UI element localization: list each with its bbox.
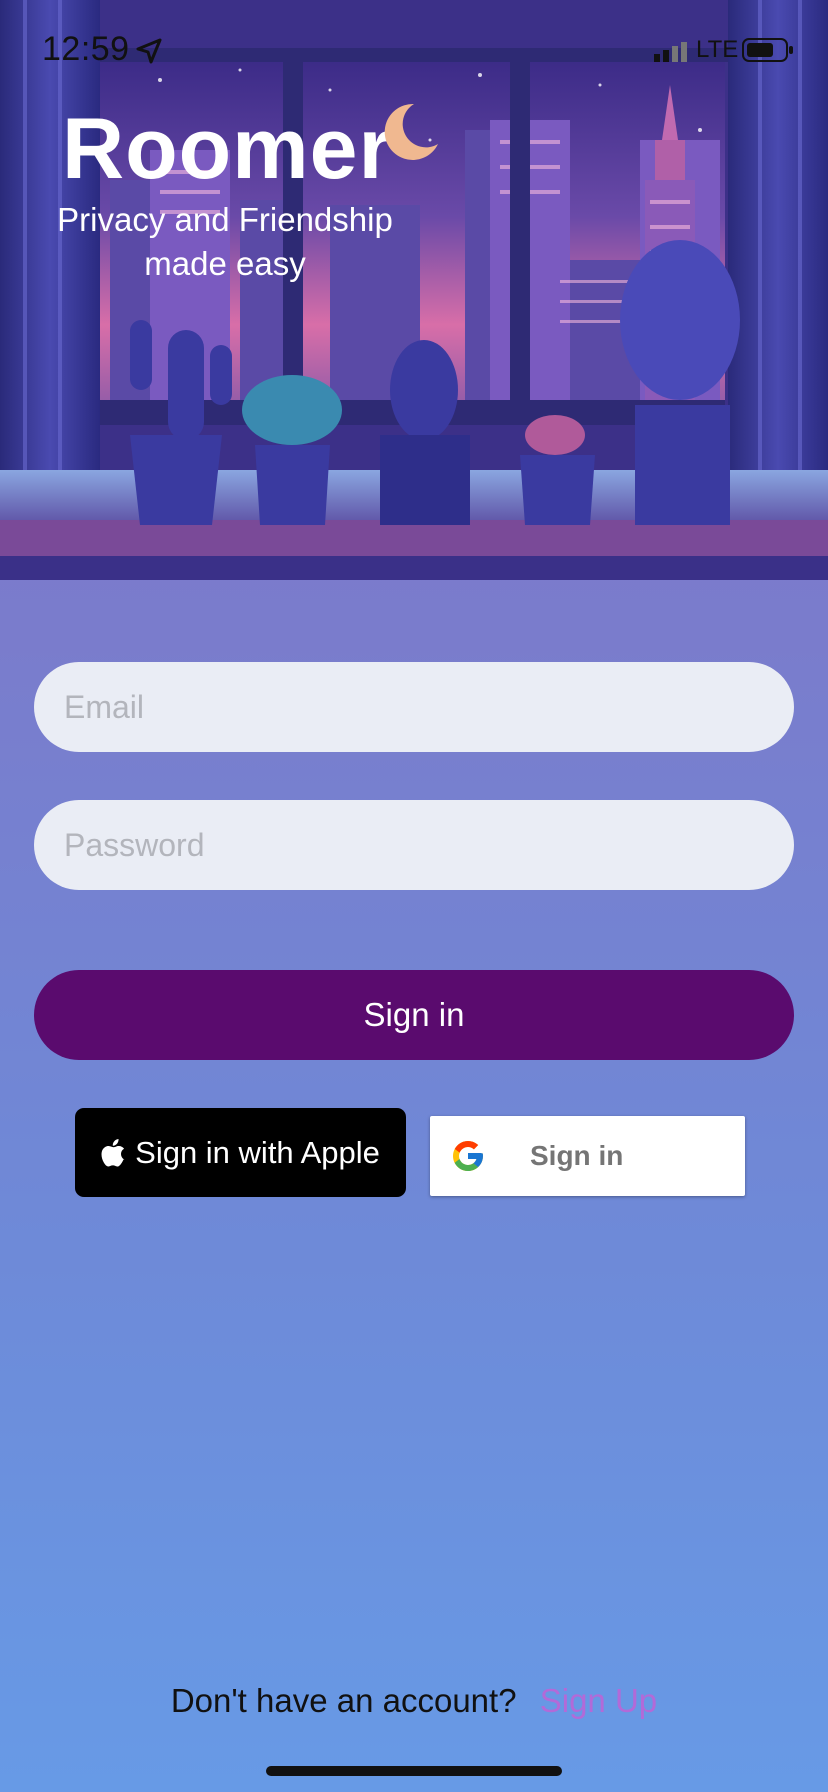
location-arrow-icon xyxy=(136,38,162,64)
sign-up-link[interactable]: Sign Up xyxy=(540,1682,657,1719)
email-field[interactable] xyxy=(34,662,794,752)
signal-icon xyxy=(654,42,687,62)
google-button-label: Sign in xyxy=(530,1140,624,1171)
signup-prompt: Don't have an account? Sign Up xyxy=(0,1682,828,1720)
apple-button-label: Sign in with Apple xyxy=(135,1134,380,1170)
home-indicator[interactable] xyxy=(266,1766,562,1776)
sign-in-with-apple-button[interactable]: Sign in with Apple xyxy=(75,1108,406,1197)
tagline-line-2: made easy xyxy=(144,245,306,282)
password-field[interactable] xyxy=(34,800,794,890)
apple-logo-icon xyxy=(101,1138,125,1166)
status-time: 12:59 xyxy=(42,30,130,68)
no-account-text: Don't have an account? xyxy=(170,1682,517,1719)
tagline-line-1: Privacy and Friendship xyxy=(57,201,393,238)
network-type: LTE xyxy=(696,36,739,63)
battery-icon xyxy=(742,38,793,62)
app-tagline: Privacy and Friendship made easy xyxy=(50,198,400,286)
app-title: Roomer xyxy=(62,101,393,197)
sign-in-with-google-button[interactable]: Sign in xyxy=(430,1116,745,1196)
google-logo-icon xyxy=(453,1141,483,1171)
status-bar: 12:59 LTE xyxy=(0,0,828,100)
sign-in-button[interactable]: Sign in xyxy=(34,970,794,1060)
moon-icon xyxy=(384,103,438,160)
